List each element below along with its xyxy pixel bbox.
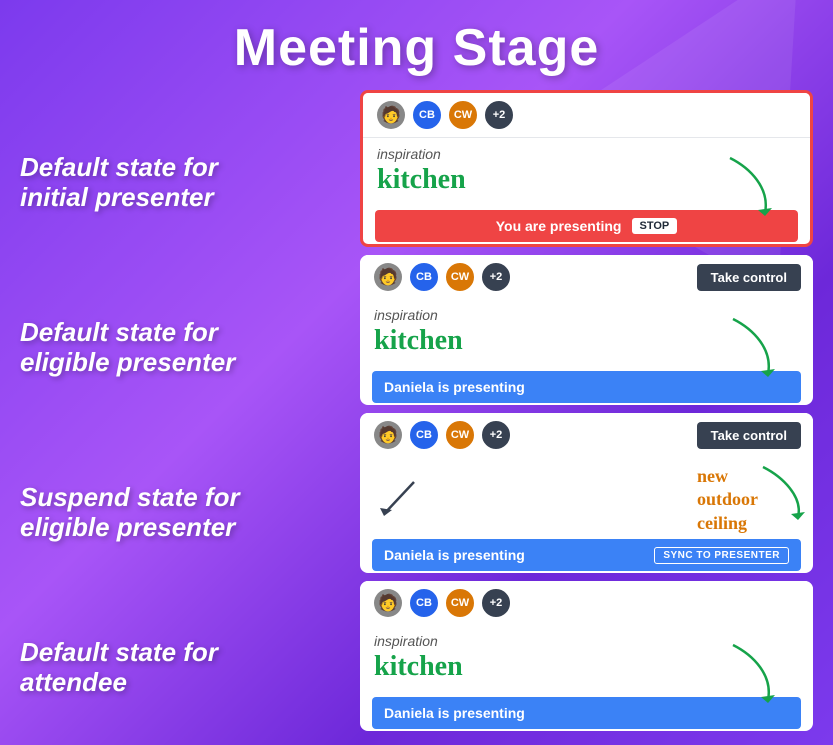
labels-column: Default state for initial presenter Defa… (20, 90, 340, 745)
card-3-arrow-icon (374, 472, 424, 522)
sync-to-presenter-button[interactable]: SYNC TO PRESENTER (654, 547, 789, 564)
card-3-content: newoutdoorceiling (360, 457, 813, 537)
card-3-presenting-text: Daniela is presenting (384, 547, 525, 563)
label-block-2: Default state for eligible presenter (20, 265, 340, 430)
card-3-avatars: 🧑 CB CW +2 (372, 419, 512, 451)
stop-button[interactable]: STOP (632, 218, 678, 234)
card-suspend-eligible: 🧑 CB CW +2 Take control newoutdoorceilin… (360, 413, 813, 573)
take-control-button-1[interactable]: Take control (697, 264, 801, 291)
card-3-arrow-right-icon (753, 462, 813, 522)
avatar-1-cw: CW (447, 99, 479, 131)
avatar-4-cb: CB (408, 587, 440, 619)
avatar-3-photo: 🧑 (372, 419, 404, 451)
cards-column: 🧑 CB CW +2 inspiration kitchen You ar (360, 90, 813, 745)
card-3-presenting-bar: Daniela is presenting SYNC TO PRESENTER (372, 539, 801, 571)
card-2-avatars: 🧑 CB CW +2 (372, 261, 512, 293)
avatar-3-cb: CB (408, 419, 440, 451)
state-label-3: Suspend state for eligible presenter (20, 483, 240, 543)
avatar-1-photo: 🧑 (375, 99, 407, 131)
card-3-footer: Daniela is presenting SYNC TO PRESENTER (360, 537, 813, 573)
avatar-3-cw: CW (444, 419, 476, 451)
avatar-1-plus: +2 (483, 99, 515, 131)
avatar-4-plus: +2 (480, 587, 512, 619)
label-block-3: Suspend state for eligible presenter (20, 430, 340, 595)
card-3-header: 🧑 CB CW +2 Take control (360, 413, 813, 457)
take-control-button-2[interactable]: Take control (697, 422, 801, 449)
avatar-2-plus: +2 (480, 261, 512, 293)
avatar-2-photo: 🧑 (372, 261, 404, 293)
card-3-handwriting: newoutdoorceiling (697, 465, 758, 535)
card-4-presenting-text: Daniela is presenting (384, 705, 525, 721)
card-2-content: inspiration kitchen (360, 299, 813, 369)
card-1-content: inspiration kitchen (363, 138, 810, 208)
card-2-header: 🧑 CB CW +2 Take control (360, 255, 813, 299)
card-4-content: inspiration kitchen (360, 625, 813, 695)
label-block-1: Default state for initial presenter (20, 100, 340, 265)
card-2-arrow-icon (713, 309, 793, 379)
card-4-header: 🧑 CB CW +2 (360, 581, 813, 625)
avatar-4-cw: CW (444, 587, 476, 619)
state-label-2: Default state for eligible presenter (20, 318, 235, 378)
card-eligible-presenter: 🧑 CB CW +2 Take control inspiration kitc… (360, 255, 813, 405)
card-attendee: 🧑 CB CW +2 inspiration kitchen Daniela i… (360, 581, 813, 731)
card-2-presenting-text: Daniela is presenting (384, 379, 525, 395)
card-4-avatars: 🧑 CB CW +2 (372, 587, 512, 619)
avatar-1-cb: CB (411, 99, 443, 131)
avatar-2-cw: CW (444, 261, 476, 293)
card-1-avatars: 🧑 CB CW +2 (375, 99, 515, 131)
state-label-1: Default state for initial presenter (20, 153, 218, 213)
page-title: Meeting Stage (0, 0, 833, 90)
card-initial-presenter: 🧑 CB CW +2 inspiration kitchen You ar (360, 90, 813, 247)
card-1-arrow-icon (710, 148, 790, 218)
state-label-4: Default state for attendee (20, 638, 218, 698)
card-4-arrow-icon (713, 635, 793, 705)
card-1-header: 🧑 CB CW +2 (363, 93, 810, 138)
card-1-presenting-text: You are presenting (496, 218, 622, 234)
label-block-4: Default state for attendee (20, 595, 340, 740)
avatar-2-cb: CB (408, 261, 440, 293)
avatar-4-photo: 🧑 (372, 587, 404, 619)
avatar-3-plus: +2 (480, 419, 512, 451)
main-layout: Default state for initial presenter Defa… (0, 90, 833, 745)
